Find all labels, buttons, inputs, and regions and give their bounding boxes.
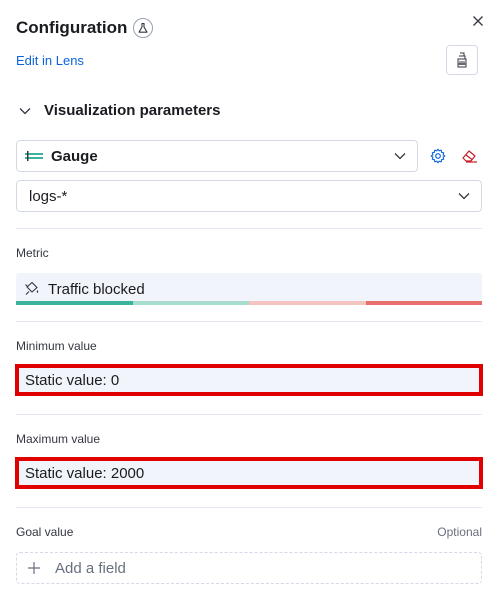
plus-icon xyxy=(28,562,40,574)
divider xyxy=(16,414,482,415)
optional-hint: Optional xyxy=(437,525,482,539)
save-to-library-button[interactable] xyxy=(446,45,478,75)
close-icon xyxy=(473,16,483,26)
close-button[interactable] xyxy=(468,11,488,31)
minimum-value-text: Static value: 0 xyxy=(25,371,120,389)
maximum-value-label: Maximum value xyxy=(16,432,101,446)
divider xyxy=(16,507,482,508)
eraser-icon xyxy=(462,150,477,163)
flyout-header: Configuration xyxy=(16,18,154,38)
gauge-icon xyxy=(25,151,43,161)
add-field-button[interactable]: Add a field xyxy=(16,552,482,584)
maximum-value-field[interactable]: Static value: 2000 xyxy=(15,457,483,489)
visualization-type-value: Gauge xyxy=(51,147,98,165)
palette-stop-2 xyxy=(132,301,249,305)
visualization-parameters-toggle[interactable]: Visualization parameters xyxy=(18,102,220,119)
chevron-down-icon xyxy=(458,193,470,200)
maximum-value-text: Static value: 2000 xyxy=(25,464,145,482)
configuration-flyout: Configuration Edit in Lens Visualization… xyxy=(0,0,498,612)
edit-in-lens-link[interactable]: Edit in Lens xyxy=(16,53,84,68)
clear-button[interactable] xyxy=(459,145,481,167)
color-palette-bar xyxy=(16,301,482,305)
settings-button[interactable] xyxy=(427,145,449,167)
minimum-value-field[interactable]: Static value: 0 xyxy=(15,364,483,396)
divider xyxy=(16,321,482,322)
gear-icon xyxy=(430,148,446,164)
chevron-down-icon xyxy=(19,107,31,114)
metric-value: Traffic blocked xyxy=(48,280,145,298)
goal-value-label: Goal value xyxy=(16,525,74,539)
chevron-down-icon xyxy=(394,153,406,160)
index-pattern-value: logs-* xyxy=(29,187,68,205)
add-field-label: Add a field xyxy=(55,559,126,577)
index-pattern-select[interactable]: logs-* xyxy=(16,180,482,212)
palette-stop-3 xyxy=(249,301,366,305)
visualization-type-select[interactable]: Gauge xyxy=(16,140,418,172)
minimum-value-label: Minimum value xyxy=(16,339,97,353)
save-library-icon xyxy=(457,52,467,68)
beaker-icon xyxy=(133,18,154,38)
palette-stop-4 xyxy=(365,301,482,305)
paint-bucket-icon xyxy=(25,281,39,295)
divider xyxy=(16,228,482,229)
page-title: Configuration xyxy=(16,18,128,37)
palette-stop-1 xyxy=(16,301,133,305)
metric-label: Metric xyxy=(16,246,49,260)
section-title: Visualization parameters xyxy=(44,102,221,119)
